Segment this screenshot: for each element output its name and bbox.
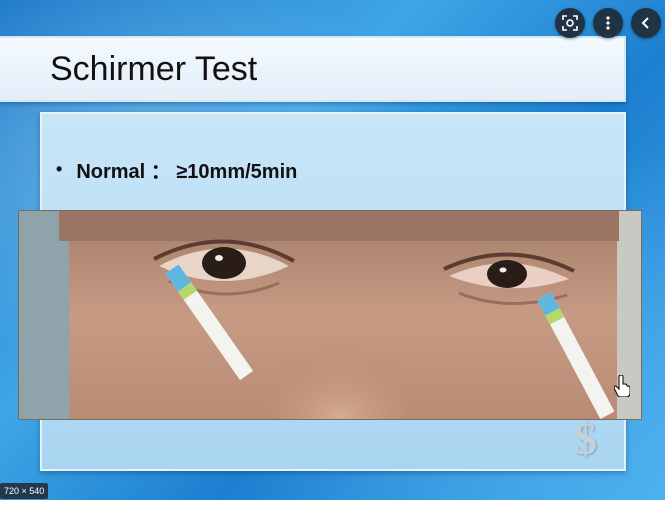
eye-photo-illustration xyxy=(19,211,641,419)
slide: Schirmer Test • Normal ： ≥10mm/5min $ xyxy=(0,0,665,500)
lens-icon xyxy=(562,15,578,31)
slide-title: Schirmer Test xyxy=(50,50,258,88)
hand-cursor-icon xyxy=(614,375,630,397)
title-bar: Schirmer Test xyxy=(0,36,626,102)
more-options-button[interactable] xyxy=(593,8,623,38)
lens-button[interactable] xyxy=(555,8,585,38)
back-button[interactable] xyxy=(631,8,661,38)
bullet-item: • Normal ： ≥10mm/5min xyxy=(56,155,297,184)
more-vert-icon xyxy=(606,16,610,30)
bullet-text: Normal ： ≥10mm/5min xyxy=(76,161,298,183)
eye-photo xyxy=(18,210,642,420)
chevron-left-icon xyxy=(641,17,649,29)
bullet-dot: • xyxy=(56,159,63,179)
image-size-badge: 720 × 540 xyxy=(0,483,49,499)
bottom-strip xyxy=(0,500,665,531)
dollar-logo: $ xyxy=(574,413,597,464)
